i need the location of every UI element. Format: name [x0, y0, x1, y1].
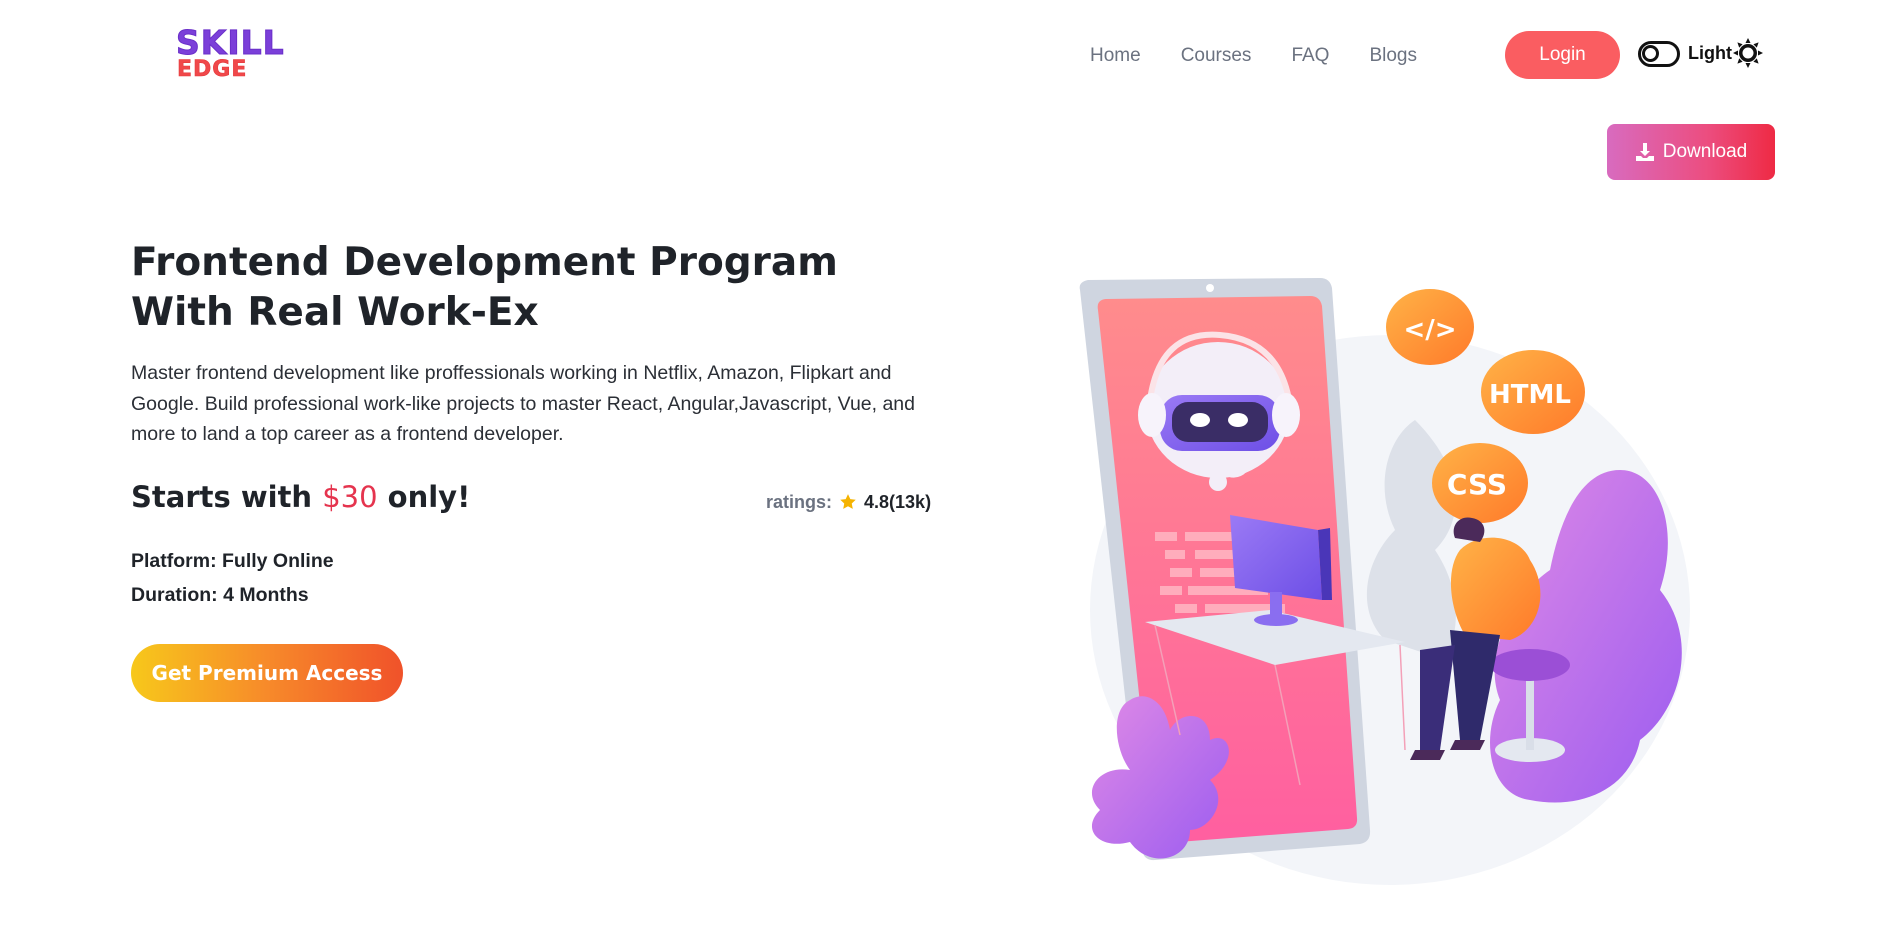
nav-courses[interactable]: Courses [1181, 44, 1252, 68]
bubble-code: </> [1403, 315, 1456, 345]
price-value: $30 [322, 480, 378, 514]
price-prefix: Starts with [131, 480, 313, 514]
nav-home[interactable]: Home [1090, 44, 1141, 68]
hero-description: Master frontend development like proffes… [131, 362, 915, 445]
nav-blogs[interactable]: Blogs [1369, 44, 1417, 68]
login-button[interactable]: Login [1505, 31, 1620, 79]
download-icon [1635, 143, 1654, 161]
main-nav: Home Courses FAQ Blogs [1090, 44, 1417, 68]
star-icon [840, 494, 856, 509]
bubble-html: HTML [1489, 380, 1571, 410]
duration-info: Duration: 4 Months [131, 584, 309, 606]
hero-illustration: </> HTML CSS [1079, 278, 1690, 885]
sun-icon[interactable] [1732, 37, 1764, 69]
brand-logo[interactable]: SKILL EDGE [176, 23, 296, 82]
theme-label: Light [1688, 43, 1732, 63]
ratings-label: ratings: [766, 492, 833, 512]
page: SKILL EDGE Home Courses FAQ Blogs Login … [0, 0, 1887, 936]
ratings-value: 4.8(13k) [864, 492, 932, 512]
hero-title: Frontend Development Program With Real W… [131, 240, 838, 335]
ratings: ratings: 4.8(13k) [766, 490, 931, 514]
download-button[interactable]: Download [1607, 124, 1775, 180]
theme-toggle[interactable] [1638, 41, 1680, 67]
get-premium-button[interactable]: Get Premium Access [131, 644, 403, 702]
download-label: Download [1662, 141, 1748, 162]
price-line: Starts with $30 only! [131, 478, 470, 516]
nav-faq[interactable]: FAQ [1291, 44, 1329, 68]
brand-line2: EDGE [177, 57, 248, 82]
course-meta: Platform: Fully Online Duration: 4 Month… [131, 544, 334, 612]
toggle-knob [1642, 45, 1659, 62]
bubble-css: CSS [1447, 468, 1507, 501]
platform-info: Platform: Fully Online [131, 550, 334, 572]
price-suffix: only! [387, 480, 471, 514]
